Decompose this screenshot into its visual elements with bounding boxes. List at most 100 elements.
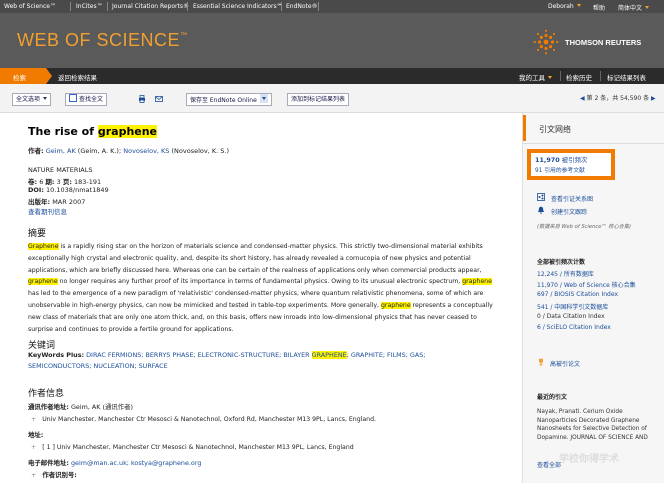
authors-line: 作者: Geim, AK (Geim, A. K.); Novoselov, K…: [28, 145, 229, 155]
cited-references-link[interactable]: 91 引用的参考文献: [535, 165, 585, 174]
expand-icon[interactable]: +: [31, 471, 36, 479]
corr-label: 通讯作者地址:: [28, 403, 69, 411]
email-line: 电子邮件地址: geim@man.ac.uk; kostya@graphene.…: [28, 458, 201, 467]
journal-name: NATURE MATERIALS: [28, 166, 93, 174]
abstract-segment: no longer requires any further proof of …: [57, 278, 463, 286]
issue-label: 期:: [45, 178, 55, 186]
citation-map-icon: [537, 193, 545, 201]
record-main: The rise of graphene 作者: Geim, AK (Geim,…: [0, 113, 522, 483]
nav-divider: [70, 2, 71, 11]
trophy-icon: [539, 358, 543, 366]
expand-icon[interactable]: +: [31, 444, 36, 451]
times-cited-label: 被引频次: [561, 156, 588, 164]
pages-value: 183-191: [74, 178, 102, 186]
pager-mid: 条，共: [600, 95, 619, 102]
nav-incites[interactable]: InCites™: [76, 3, 103, 10]
corresponding-line: 通讯作者地址: Geim, AK (通讯作者): [28, 402, 133, 411]
recent-citation-more: SCIENCE AND: [608, 434, 648, 441]
view-all-link[interactable]: 查看全部: [537, 460, 561, 469]
nav-divider: [107, 2, 108, 11]
author-info-heading: 作者信息: [28, 389, 65, 399]
data-source-note: (数据来自 Web of Science™ 核心合集): [537, 224, 632, 230]
abstract-highlight: graphene: [381, 301, 411, 309]
save-to-label: 保存至 EndNote Online: [190, 97, 257, 104]
help-link[interactable]: 帮助: [593, 3, 605, 12]
nav-esi[interactable]: Essential Science Indicators℠: [193, 3, 283, 10]
keyword-highlight[interactable]: GRAPHENE: [311, 351, 347, 359]
back-to-results-link[interactable]: 返回检索结果: [58, 72, 97, 82]
citation-network-header: 引文网络: [523, 113, 664, 144]
times-cited-row: 11,970 被引频次: [535, 155, 587, 164]
view-citation-map-link[interactable]: 查看引证关系图: [551, 194, 593, 203]
search-tab[interactable]: 检索: [0, 68, 46, 84]
date-label: 出版年:: [28, 198, 51, 206]
author-ids-row: + 作者识别号:: [31, 470, 77, 479]
author-full-name: (Novoselov, K. S.): [171, 147, 229, 155]
fulltext-options-button[interactable]: 全文选项: [12, 93, 52, 106]
record-pager: ◀ 第 2 条，共 54,590 条 ▶: [580, 93, 656, 102]
my-tools-label: 我的工具: [519, 74, 545, 82]
nav-divider: [560, 71, 561, 81]
prev-record-icon[interactable]: ◀: [580, 95, 585, 102]
author-link[interactable]: Geim, AK: [46, 147, 76, 155]
fulltext-options-label: 全文选项: [16, 96, 41, 103]
save-to-endnote-select[interactable]: 保存至 EndNote Online: [186, 93, 272, 106]
corr-address: Univ Manchester, Manchester Ctr Mesosci …: [42, 416, 376, 423]
nav-jcr[interactable]: Journal Citation Reports®: [112, 3, 189, 10]
address-label: 地址:: [28, 430, 43, 439]
pages-label: 页:: [62, 178, 72, 186]
print-icon[interactable]: [138, 95, 146, 103]
dropdown-button[interactable]: [259, 94, 268, 103]
citation-count-row[interactable]: 541 / 中国科学引文数据库: [537, 302, 608, 311]
create-citation-alert-link[interactable]: 创建引文跟踪: [551, 207, 587, 216]
keywords-links[interactable]: DIRAC FERMIONS; BERRYS PHASE; ELECTRONIC…: [86, 351, 309, 359]
wos-logo[interactable]: WEB OF SCIENCE™: [17, 30, 188, 51]
expand-icon[interactable]: +: [31, 416, 36, 423]
doi-line: DOI: 10.1038/nmat1849: [28, 186, 109, 194]
user-name: Deborah: [548, 3, 574, 10]
my-tools-menu[interactable]: 我的工具: [519, 72, 552, 82]
nav-web-of-science[interactable]: Web of Science™: [4, 3, 56, 10]
chevron-down-icon: [261, 97, 266, 100]
times-cited-count[interactable]: 11,970: [535, 156, 560, 164]
author-link[interactable]: Novoselov, KS: [123, 147, 169, 155]
keywords-plus: KeyWords Plus: DIRAC FERMIONS; BERRYS PH…: [28, 350, 488, 372]
watermark-text: 学校你得学术: [559, 454, 619, 465]
highly-cited-link[interactable]: 高被引论文: [550, 359, 580, 368]
thomson-reuters-wordmark: THOMSON REUTERS: [565, 38, 642, 47]
citation-count-row[interactable]: 12,245 / 所有数据库: [537, 269, 594, 278]
nav-divider: [187, 2, 188, 11]
add-to-marked-list-button[interactable]: 添加到标记结果列表: [287, 93, 350, 106]
citation-network-title: 引文网络: [539, 125, 571, 134]
citation-count-row[interactable]: 11,970 / Web of Science 核心合集: [537, 280, 636, 289]
language-menu[interactable]: 简体中文: [618, 3, 650, 12]
next-record-icon[interactable]: ▶: [651, 95, 656, 102]
citation-count-row[interactable]: 6 / SciELO Citation Index: [537, 324, 611, 331]
times-cited-callout[interactable]: 11,970 被引频次 91 引用的参考文献: [527, 149, 615, 180]
search-history-link[interactable]: 检索历史: [566, 72, 592, 82]
find-fulltext-label: 查找全文: [79, 96, 104, 103]
ids-label: 作者识别号:: [42, 471, 77, 479]
abstract-highlight: Graphene: [28, 243, 59, 250]
nav-endnote[interactable]: EndNote®: [286, 3, 318, 10]
title-highlight: graphene: [97, 125, 158, 138]
address-row: + [ 1 ] Univ Manchester, Manchester Ctr M…: [31, 444, 354, 451]
logo-text: WEB OF SCIENCE: [17, 30, 181, 50]
email-icon[interactable]: [155, 95, 163, 103]
recent-citation-text: Nayak, Pranati. Cerium Oxide Nanoparticl…: [537, 408, 659, 442]
keywords-label: KeyWords Plus:: [28, 351, 85, 359]
citation-count-row[interactable]: 697 / BIOSIS Citation Index: [537, 291, 618, 298]
pager-current: 2: [594, 95, 599, 102]
brand-header: WEB OF SCIENCE™ THOMSON REUTERS: [0, 13, 664, 68]
marked-list-link[interactable]: 标记结果列表: [607, 72, 646, 82]
find-fulltext-button[interactable]: 查找全文: [65, 93, 108, 106]
top-nav-bar: Web of Science™ InCites™ Journal Citatio…: [0, 0, 664, 13]
corr-name: Geim, AK (通讯作者): [70, 403, 134, 411]
date-value: MAR 2007: [52, 198, 86, 206]
email-links[interactable]: geim@man.ac.uk; kostya@graphene.org: [71, 459, 201, 467]
abstract-segment: is a rapidly rising star on the horizon …: [28, 243, 483, 274]
volume-line: 卷: 6 期: 3 页: 183-191: [28, 176, 101, 186]
journal-info-link[interactable]: 查看期刊信息: [28, 206, 67, 216]
issue-value: 3: [56, 178, 61, 186]
user-menu[interactable]: Deborah: [548, 3, 581, 10]
